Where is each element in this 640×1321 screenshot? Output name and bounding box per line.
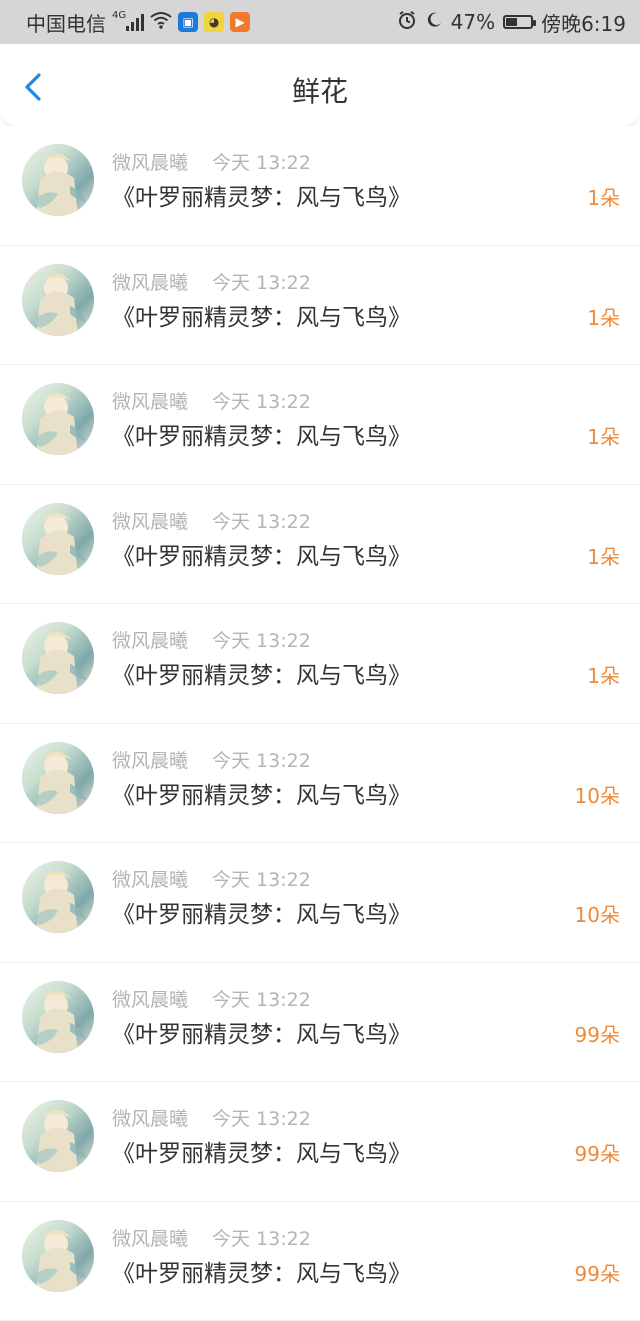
- avatar: [22, 861, 94, 933]
- book-title: 《叶罗丽精灵梦：风与飞鸟》: [112, 298, 411, 332]
- timestamp: 今天 13:22: [212, 268, 311, 295]
- book-title: 《叶罗丽精灵梦：风与飞鸟》: [112, 178, 411, 212]
- avatar: [22, 742, 94, 814]
- timestamp: 今天 13:22: [212, 148, 311, 175]
- user-name: 微风晨曦: [112, 268, 188, 295]
- avatar: [22, 144, 94, 216]
- page-title: 鲜花: [0, 70, 640, 110]
- book-title: 《叶罗丽精灵梦：风与飞鸟》: [112, 895, 411, 929]
- carrier-label: 中国电信: [26, 8, 106, 37]
- avatar: [22, 264, 94, 336]
- clock: 傍晚6:19: [541, 8, 626, 37]
- list-item[interactable]: 微风晨曦 今天 13:22 《叶罗丽精灵梦：风与飞鸟》 1朵: [0, 365, 640, 485]
- timestamp: 今天 13:22: [212, 865, 311, 892]
- flower-count: 1朵: [587, 541, 620, 570]
- timestamp: 今天 13:22: [212, 387, 311, 414]
- user-name: 微风晨曦: [112, 148, 188, 175]
- list-item[interactable]: 微风晨曦 今天 13:22 《叶罗丽精灵梦：风与飞鸟》 99朵: [0, 1202, 640, 1321]
- user-name: 微风晨曦: [112, 985, 188, 1012]
- timestamp: 今天 13:22: [212, 1224, 311, 1251]
- status-bar: 中国电信 4G ▣ ◕ ▶: [0, 0, 640, 44]
- flower-count: 1朵: [587, 302, 620, 331]
- list-item[interactable]: 微风晨曦 今天 13:22 《叶罗丽精灵梦：风与飞鸟》 99朵: [0, 1082, 640, 1202]
- avatar: [22, 622, 94, 694]
- flower-count: 1朵: [587, 182, 620, 211]
- list-item[interactable]: 微风晨曦 今天 13:22 《叶罗丽精灵梦：风与飞鸟》 1朵: [0, 246, 640, 366]
- user-name: 微风晨曦: [112, 746, 188, 773]
- shield-app-icon: ▣: [178, 12, 198, 32]
- avatar: [22, 1100, 94, 1172]
- timestamp: 今天 13:22: [212, 507, 311, 534]
- battery-level-fill: [506, 18, 517, 26]
- avatar: [22, 981, 94, 1053]
- wifi-icon: [150, 10, 172, 34]
- battery-percent: 47%: [451, 10, 495, 34]
- flower-count: 1朵: [587, 421, 620, 450]
- alarm-icon: [397, 10, 417, 35]
- user-name: 微风晨曦: [112, 626, 188, 653]
- flower-count: 10朵: [575, 780, 620, 809]
- avatar: [22, 503, 94, 575]
- list-item[interactable]: 微风晨曦 今天 13:22 《叶罗丽精灵梦：风与飞鸟》 1朵: [0, 485, 640, 605]
- book-title: 《叶罗丽精灵梦：风与飞鸟》: [112, 417, 411, 451]
- battery-icon: [503, 15, 533, 29]
- flower-count: 99朵: [575, 1138, 620, 1167]
- signal-icon: [126, 13, 144, 31]
- user-name: 微风晨曦: [112, 387, 188, 414]
- timestamp: 今天 13:22: [212, 985, 311, 1012]
- list-item[interactable]: 微风晨曦 今天 13:22 《叶罗丽精灵梦：风与飞鸟》 1朵: [0, 604, 640, 724]
- flower-list: 微风晨曦 今天 13:22 《叶罗丽精灵梦：风与飞鸟》 1朵 微风晨曦 今天 1…: [0, 126, 640, 1321]
- user-name: 微风晨曦: [112, 507, 188, 534]
- timestamp: 今天 13:22: [212, 746, 311, 773]
- play-app-icon: ▶: [230, 12, 250, 32]
- book-title: 《叶罗丽精灵梦：风与飞鸟》: [112, 776, 411, 810]
- flower-count: 99朵: [575, 1019, 620, 1048]
- list-item[interactable]: 微风晨曦 今天 13:22 《叶罗丽精灵梦：风与飞鸟》 1朵: [0, 126, 640, 246]
- book-title: 《叶罗丽精灵梦：风与飞鸟》: [112, 1254, 411, 1288]
- flower-count: 99朵: [575, 1258, 620, 1287]
- top-bar: 鲜花: [0, 44, 640, 127]
- book-title: 《叶罗丽精灵梦：风与飞鸟》: [112, 537, 411, 571]
- list-item[interactable]: 微风晨曦 今天 13:22 《叶罗丽精灵梦：风与飞鸟》 10朵: [0, 843, 640, 963]
- user-name: 微风晨曦: [112, 1224, 188, 1251]
- status-right: 47% 傍晚6:19: [389, 8, 626, 37]
- book-title: 《叶罗丽精灵梦：风与飞鸟》: [112, 1134, 411, 1168]
- avatar: [22, 1220, 94, 1292]
- avatar: [22, 383, 94, 455]
- book-title: 《叶罗丽精灵梦：风与飞鸟》: [112, 656, 411, 690]
- book-title: 《叶罗丽精灵梦：风与飞鸟》: [112, 1015, 411, 1049]
- list-item[interactable]: 微风晨曦 今天 13:22 《叶罗丽精灵梦：风与飞鸟》 10朵: [0, 724, 640, 844]
- moon-icon: [425, 10, 443, 34]
- flower-count: 10朵: [575, 899, 620, 928]
- duck-app-icon: ◕: [204, 12, 224, 32]
- timestamp: 今天 13:22: [212, 1104, 311, 1131]
- status-left: 中国电信 4G ▣ ◕ ▶: [26, 8, 256, 37]
- network-type: 4G: [112, 10, 126, 21]
- list-item[interactable]: 微风晨曦 今天 13:22 《叶罗丽精灵梦：风与飞鸟》 99朵: [0, 963, 640, 1083]
- flower-count: 1朵: [587, 660, 620, 689]
- user-name: 微风晨曦: [112, 865, 188, 892]
- timestamp: 今天 13:22: [212, 626, 311, 653]
- user-name: 微风晨曦: [112, 1104, 188, 1131]
